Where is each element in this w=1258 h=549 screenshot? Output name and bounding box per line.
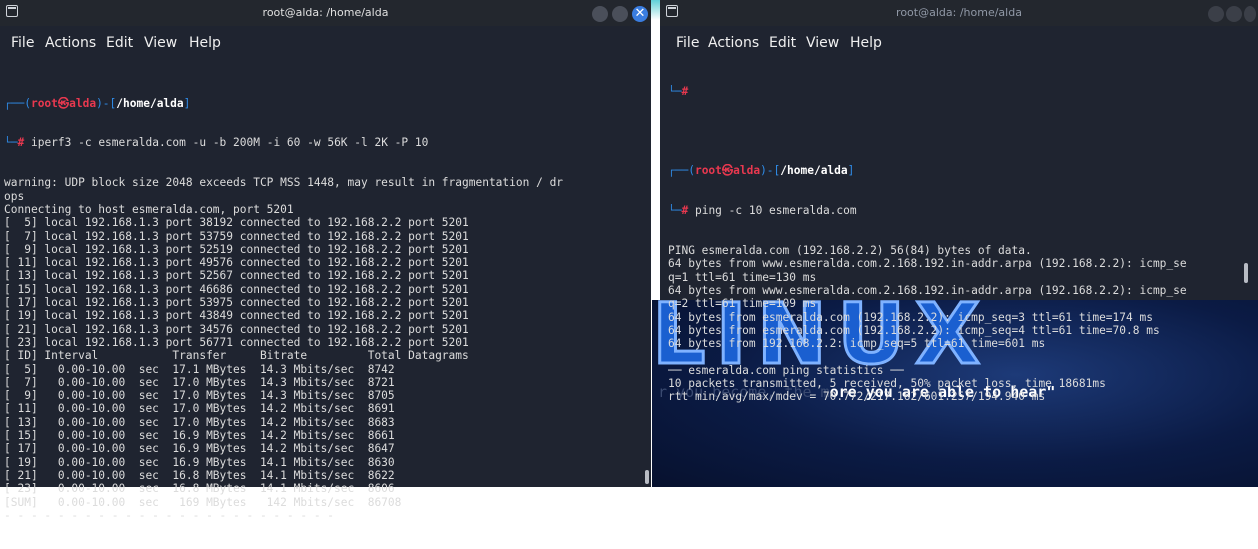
menu-edit[interactable]: Edit	[106, 35, 133, 51]
menu-view[interactable]: View	[806, 35, 839, 51]
menu-actions[interactable]: Actions	[45, 35, 96, 51]
ping-output: PING esmeralda.com (192.168.2.2) 56(84) …	[668, 244, 1258, 404]
output-line: ops	[4, 189, 25, 203]
terminal-window-ping[interactable]: root@alda: /home/alda File Actions Edit …	[660, 0, 1258, 403]
output-line: PING esmeralda.com (192.168.2.2) 56(84) …	[668, 244, 1032, 258]
output-line: [ 23] 0.00-10.00 sec 16.8 MBytes 14.1 Mb…	[4, 482, 395, 496]
menu-help[interactable]: Help	[189, 35, 221, 51]
menu-edit[interactable]: Edit	[769, 35, 796, 51]
output-line: [ 21] 0.00-10.00 sec 16.8 MBytes 14.1 Mb…	[4, 468, 395, 482]
menu-file[interactable]: File	[11, 35, 34, 51]
menu-bar: File Actions Edit View Help	[0, 26, 651, 60]
output-line: [ 7] 0.00-10.00 sec 17.0 MBytes 14.3 Mbi…	[4, 375, 395, 389]
output-line: [ 23] local 192.168.1.3 port 56771 conne…	[4, 335, 469, 349]
output-line: ── esmeralda.com ping statistics ──	[668, 363, 904, 377]
menu-view[interactable]: View	[144, 35, 177, 51]
output-line: 64 bytes from 192.168.2.2: icmp_seq=5 tt…	[668, 337, 1046, 351]
close-button[interactable]	[1244, 6, 1256, 22]
output-line: [ ID] Interval Transfer Bitrate Total Da…	[4, 349, 469, 363]
output-line: [ 9] 0.00-10.00 sec 17.0 MBytes 14.3 Mbi…	[4, 389, 395, 403]
output-line: [ 15] local 192.168.1.3 port 46686 conne…	[4, 282, 469, 296]
output-line: [ 7] local 192.168.1.3 port 53759 connec…	[4, 229, 469, 243]
scrollbar[interactable]	[1244, 263, 1248, 283]
output-line: 64 bytes from www.esmeralda.com.2.168.19…	[668, 257, 1187, 271]
prompt-line: ┌──(root㉿alda)-[/home/alda]	[668, 164, 855, 178]
output-line: 64 bytes from esmeralda.com (192.168.2.2…	[668, 323, 1160, 337]
output-line: q=1 ttl=61 time=130 ms	[668, 270, 817, 284]
minimize-button[interactable]	[1208, 6, 1224, 22]
output-line: [ 17] local 192.168.1.3 port 53975 conne…	[4, 296, 469, 310]
menu-bar: File Actions Edit View Help	[660, 26, 1258, 60]
iperf-output: warning: UDP block size 2048 exceeds TCP…	[4, 176, 655, 522]
output-line: rtt min/avg/max/mdev = 70.772/217.162/60…	[668, 390, 1046, 404]
terminal-window-iperf[interactable]: root@alda: /home/alda ✕ File Actions Edi…	[0, 0, 651, 522]
menu-file[interactable]: File	[676, 35, 699, 51]
terminal-output[interactable]: ┌──(root㉿alda)-[/home/alda] └─# iperf3 -…	[4, 70, 655, 549]
output-line: warning: UDP block size 2048 exceeds TCP…	[4, 176, 564, 190]
command-line: └─# iperf3 -c esmeralda.com -u -b 200M -…	[4, 136, 429, 150]
output-line: [SUM] 0.00-10.00 sec 169 MBytes 142 Mbit…	[4, 495, 402, 509]
maximize-button[interactable]	[612, 6, 628, 22]
output-line: [ 17] 0.00-10.00 sec 16.9 MBytes 14.2 Mb…	[4, 442, 395, 456]
output-line: 10 packets transmitted, 5 received, 50% …	[668, 377, 1106, 391]
minimize-button[interactable]	[592, 6, 608, 22]
title-bar[interactable]: root@alda: /home/alda ✕	[0, 0, 651, 26]
menu-actions[interactable]: Actions	[708, 35, 759, 51]
output-line: [ 21] local 192.168.1.3 port 34576 conne…	[4, 322, 469, 336]
window-title: root@alda: /home/alda	[262, 6, 389, 19]
output-line: [ 9] local 192.168.1.3 port 52519 connec…	[4, 242, 469, 256]
previous-prompt-line: └─#	[668, 84, 689, 98]
output-line: [ 19] 0.00-10.00 sec 16.9 MBytes 14.1 Mb…	[4, 455, 395, 469]
output-line: [ 13] local 192.168.1.3 port 52567 conne…	[4, 269, 469, 283]
terminal-output[interactable]: └─# ┌──(root㉿alda)-[/home/alda] └─# ping…	[668, 58, 1258, 430]
command-line: └─# ping -c 10 esmeralda.com	[668, 204, 857, 218]
close-button[interactable]: ✕	[632, 6, 648, 22]
menu-help[interactable]: Help	[850, 35, 882, 51]
output-line: [ 19] local 192.168.1.3 port 43849 conne…	[4, 309, 469, 323]
output-line: 64 bytes from www.esmeralda.com.2.168.19…	[668, 284, 1187, 298]
output-line: - - - - - - - - - - - - - - - - - - - - …	[4, 508, 335, 522]
output-line: [ 11] local 192.168.1.3 port 49576 conne…	[4, 256, 469, 270]
output-line: Connecting to host esmeralda.com, port 5…	[4, 202, 294, 216]
scrollbar[interactable]	[645, 470, 649, 484]
window-title: root@alda: /home/alda	[896, 6, 1022, 19]
prompt-line: ┌──(root㉿alda)-[/home/alda]	[4, 96, 191, 110]
title-bar[interactable]: root@alda: /home/alda	[660, 0, 1258, 26]
output-line: [ 15] 0.00-10.00 sec 16.9 MBytes 14.2 Mb…	[4, 429, 395, 443]
output-line: [ 5] 0.00-10.00 sec 17.1 MBytes 14.3 Mbi…	[4, 362, 395, 376]
output-line: [ 5] local 192.168.1.3 port 38192 connec…	[4, 216, 469, 230]
maximize-button[interactable]	[1226, 6, 1242, 22]
output-line: [ 11] 0.00-10.00 sec 17.0 MBytes 14.2 Mb…	[4, 402, 395, 416]
output-line: [ 13] 0.00-10.00 sec 17.0 MBytes 14.2 Mb…	[4, 415, 395, 429]
output-line: q=2 ttl=61 time=109 ms	[668, 297, 817, 311]
output-line: 64 bytes from esmeralda.com (192.168.2.2…	[668, 310, 1153, 324]
